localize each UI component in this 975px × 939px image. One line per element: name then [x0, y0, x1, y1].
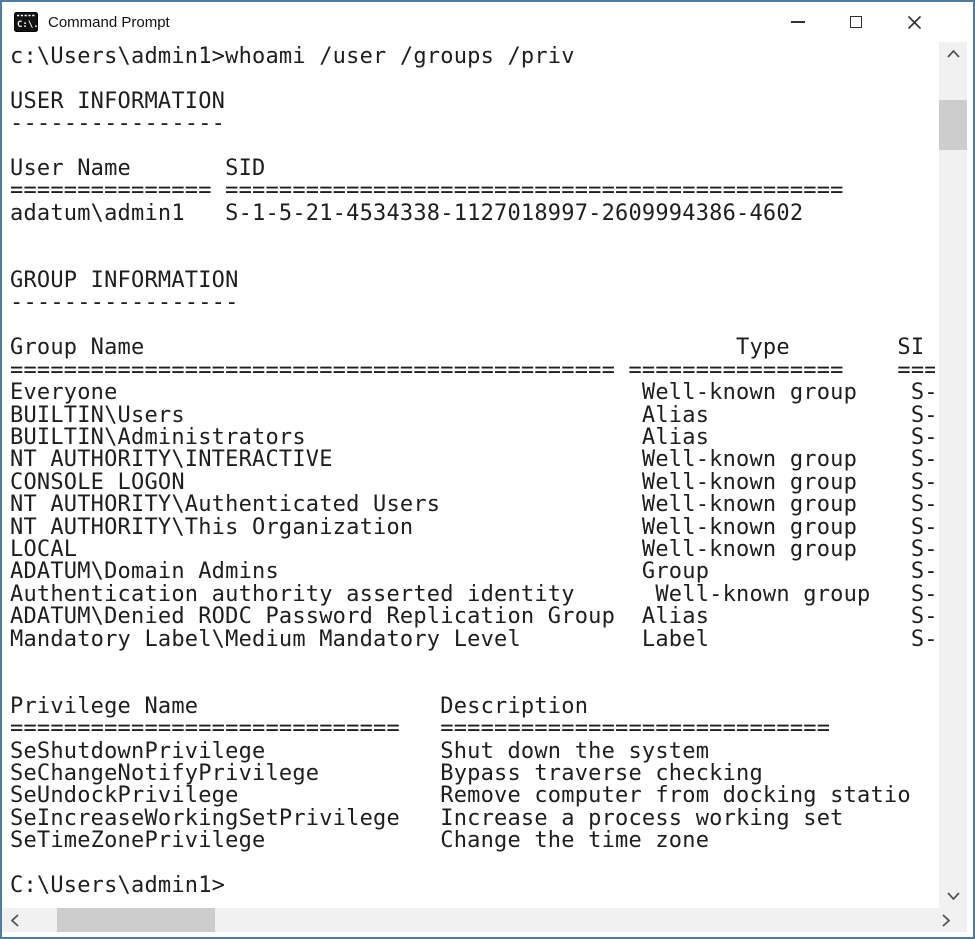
console-line: ========================================… [10, 357, 935, 383]
command-prompt-window: C:\. Command Prompt c:\Users\admin1>whoa… [0, 0, 975, 939]
vertical-scrollbar-thumb[interactable] [939, 100, 967, 150]
console-line: ============================= ==========… [10, 716, 831, 742]
horizontal-scrollbar[interactable] [2, 908, 967, 932]
console-line: GROUP INFORMATION [10, 268, 239, 294]
console-line: BUILTIN\Users Alias S- [10, 402, 935, 428]
minimize-button[interactable] [769, 2, 827, 42]
window-title: Command Prompt [48, 13, 170, 31]
window-controls [769, 2, 943, 42]
cmd-icon: C:\. [14, 12, 38, 32]
console-output[interactable]: c:\Users\admin1>whoami /user /groups /pr… [2, 42, 935, 906]
maximize-icon [850, 16, 862, 28]
console-line: NT AUTHORITY\This Organization Well-know… [10, 514, 935, 540]
console-line: CONSOLE LOGON Well-known group S- [10, 469, 935, 495]
console-line: Everyone Well-known group S- [10, 380, 935, 406]
console-line: SeIncreaseWorkingSetPrivilege Increase a… [10, 805, 844, 831]
scroll-left-button[interactable] [2, 908, 28, 932]
console-line: NT AUTHORITY\Authenticated Users Well-kn… [10, 492, 935, 518]
console-line: C:\Users\admin1> [10, 873, 226, 899]
console-line: c:\Users\admin1>whoami /user /groups /pr… [10, 44, 575, 69]
console-line: User Name SID [10, 156, 266, 182]
scroll-up-button[interactable] [939, 42, 967, 66]
console-line: =============== ========================… [10, 178, 844, 204]
vertical-scrollbar[interactable] [939, 42, 967, 908]
console-line: SeUndockPrivilege Remove computer from d… [10, 783, 911, 809]
console-line: Authentication authority asserted identi… [10, 581, 935, 607]
console-line: USER INFORMATION [10, 88, 226, 114]
horizontal-scrollbar-thumb[interactable] [57, 908, 215, 932]
console-line: adatum\admin1 S-1-5-21-4534338-112701899… [10, 200, 804, 226]
console-line: SeShutdownPrivilege Shut down the system [10, 738, 710, 764]
console-line: NT AUTHORITY\INTERACTIVE Well-known grou… [10, 447, 935, 473]
chevron-right-icon [942, 913, 950, 927]
console-line: ---------------- [10, 111, 226, 137]
close-icon [907, 15, 921, 29]
scroll-right-button[interactable] [933, 908, 959, 932]
console-line: Group Name Type SI [10, 335, 925, 361]
console-line: ----------------- [10, 290, 239, 316]
console-line: SeChangeNotifyPrivilege Bypass traverse … [10, 761, 763, 786]
chevron-up-icon [946, 50, 960, 58]
console-line: ADATUM\Denied RODC Password Replication … [10, 604, 935, 630]
console-line: SeTimeZonePrivilege Change the time zone [10, 828, 710, 854]
console-line: Mandatory Label\Medium Mandatory Level L… [10, 626, 935, 652]
console-line: BUILTIN\Administrators Alias S- [10, 424, 935, 450]
console-line: Privilege Name Description [10, 693, 589, 719]
chevron-down-icon [946, 892, 960, 900]
scroll-down-button[interactable] [939, 884, 967, 908]
svg-text:C:\.: C:\. [17, 20, 38, 30]
close-button[interactable] [885, 2, 943, 42]
maximize-button[interactable] [827, 2, 885, 42]
minimize-icon [791, 21, 805, 23]
chevron-left-icon [11, 913, 19, 927]
console-line: ADATUM\Domain Admins Group S- [10, 559, 935, 585]
console-line: LOCAL Well-known group S- [10, 536, 935, 562]
